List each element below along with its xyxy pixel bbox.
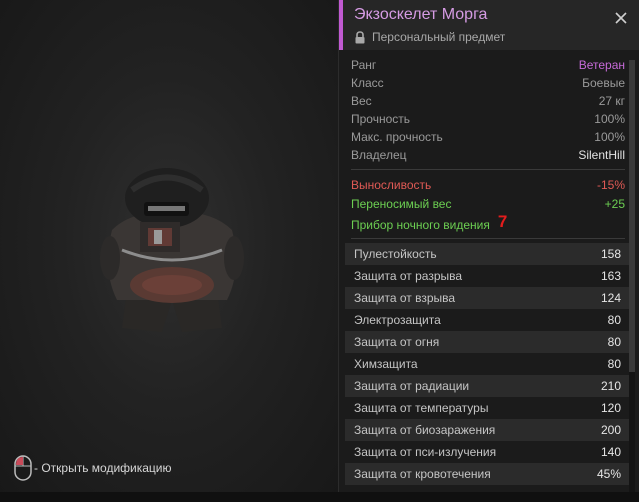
effects-list: Выносливость -15% Переносимый вес +25 Пр… — [345, 170, 631, 233]
stat-value: 80 — [607, 357, 621, 371]
info-value: Боевые — [582, 76, 625, 90]
info-row-class: Класс Боевые — [351, 74, 625, 92]
info-row-owner: Владелец SilentHill — [351, 146, 625, 164]
info-value: 100% — [594, 112, 625, 126]
effect-label: Прибор ночного видения — [351, 218, 490, 232]
effect-row-carry-weight: Переносимый вес +25 — [351, 195, 625, 214]
effect-value: +25 — [604, 197, 625, 211]
stat-value: 124 — [600, 291, 621, 305]
lock-icon — [355, 30, 365, 43]
bottom-bar — [0, 492, 639, 502]
info-row-durability: Прочность 100% — [351, 110, 625, 128]
stat-value: 163 — [600, 269, 621, 283]
effect-label-wrap: Прибор ночного видения 7 — [351, 212, 508, 233]
exoskeleton-model[interactable] — [92, 160, 252, 340]
item-header: Экзоскелет Морга Персональный предмет — [339, 0, 639, 50]
item-type: Персональный предмет — [354, 30, 505, 44]
stat-label: Защита от радиации — [354, 379, 470, 393]
stat-label: Электрозащита — [354, 313, 441, 327]
effect-label: Выносливость — [351, 178, 432, 192]
info-value: Ветеран — [578, 58, 625, 72]
stat-label: Пулестойкость — [354, 247, 437, 261]
stat-row: Защита от огня 80 — [345, 331, 631, 353]
stat-row: Защита от пси-излучения 140 — [345, 441, 631, 463]
stat-label: Защита от взрыва — [354, 291, 456, 305]
info-row-rank: Ранг Ветеран — [351, 56, 625, 74]
stat-value: 120 — [600, 401, 621, 415]
stat-label: Химзащита — [354, 357, 418, 371]
open-modification-hint: - Открыть модификацию — [14, 455, 172, 481]
item-info-panel: Экзоскелет Морга Персональный предмет Ра… — [338, 0, 639, 502]
stat-value: 210 — [600, 379, 621, 393]
stats-table: Пулестойкость 158 Защита от разрыва 163 За… — [345, 239, 631, 485]
stat-row: Пулестойкость 158 — [345, 243, 631, 265]
info-label: Ранг — [351, 58, 377, 72]
item-title: Экзоскелет Морга — [354, 6, 488, 23]
info-list: Ранг Ветеран Класс Боевые Вес 27 кг Проч… — [345, 50, 631, 164]
info-value: 27 кг — [598, 94, 625, 108]
effect-row-stamina: Выносливость -15% — [351, 176, 625, 195]
effect-value: -15% — [596, 178, 625, 192]
info-label: Макс. прочность — [351, 130, 443, 144]
info-row-max-durability: Макс. прочность 100% — [351, 128, 625, 146]
stat-row: Защита от биозаражения 200 — [345, 419, 631, 441]
item-preview[interactable]: - Открыть модификацию — [0, 0, 338, 502]
close-icon[interactable] — [613, 10, 629, 26]
stat-row: Защита от взрыва 124 — [345, 287, 631, 309]
info-label: Владелец — [351, 148, 407, 162]
stat-value: 200 — [600, 423, 621, 437]
info-label: Вес — [351, 94, 372, 108]
stat-label: Защита от кровотечения — [354, 467, 491, 481]
stat-row: Электрозащита 80 — [345, 309, 631, 331]
hint-text: - Открыть модификацию — [34, 461, 172, 475]
stat-label: Защита от пси-излучения — [354, 445, 497, 459]
stat-row: Защита от разрыва 163 — [345, 265, 631, 287]
annotation-mark: 7 — [497, 212, 508, 231]
stat-row: Химзащита 80 — [345, 353, 631, 375]
stat-label: Защита от биозаражения — [354, 423, 496, 437]
info-row-weight: Вес 27 кг — [351, 92, 625, 110]
item-type-label: Персональный предмет — [372, 30, 506, 44]
stat-row: Защита от температуры 120 — [345, 397, 631, 419]
stat-row: Защита от кровотечения 45% — [345, 463, 631, 485]
info-label: Прочность — [351, 112, 411, 126]
effect-row-night-vision: Прибор ночного видения 7 — [351, 212, 625, 233]
info-label: Класс — [351, 76, 384, 90]
info-value: SilentHill — [578, 148, 625, 162]
stat-label: Защита от температуры — [354, 401, 489, 415]
stat-value: 45% — [596, 467, 621, 481]
stat-value: 158 — [600, 247, 621, 261]
info-value: 100% — [594, 130, 625, 144]
stat-value: 80 — [607, 335, 621, 349]
scrollbar-thumb[interactable] — [629, 60, 635, 372]
mouse-icon — [14, 455, 32, 481]
stat-value: 80 — [607, 313, 621, 327]
stat-row: Защита от радиации 210 — [345, 375, 631, 397]
stat-value: 140 — [600, 445, 621, 459]
effect-label: Переносимый вес — [351, 197, 452, 211]
stat-label: Защита от огня — [354, 335, 440, 349]
stat-label: Защита от разрыва — [354, 269, 463, 283]
